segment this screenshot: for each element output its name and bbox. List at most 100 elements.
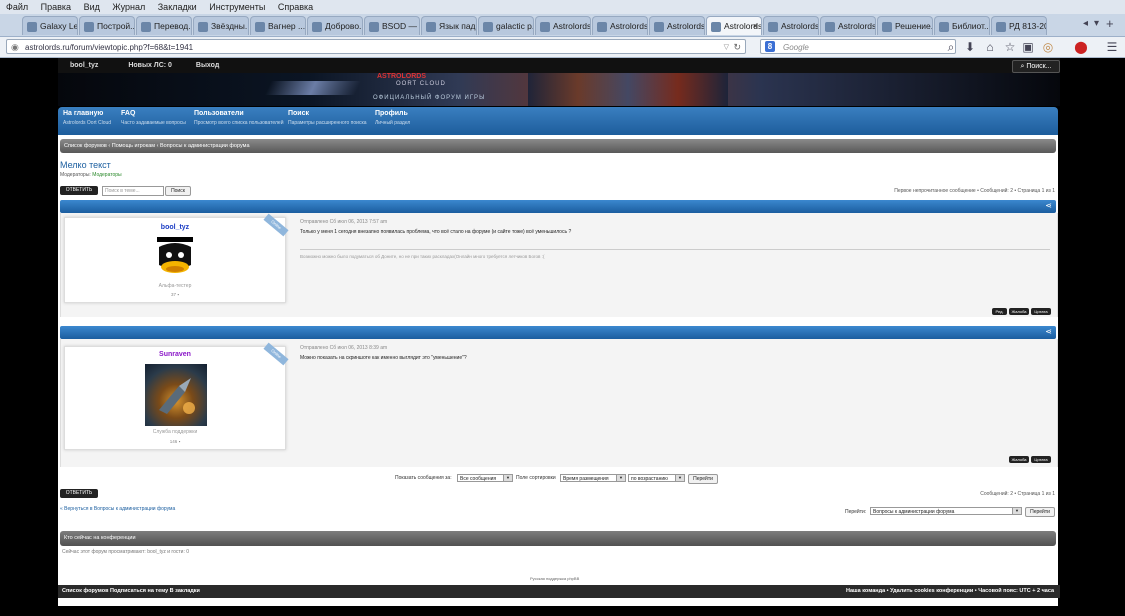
forum-search-button[interactable]: ⌕ Поиск... xyxy=(1012,60,1060,73)
browser-tab[interactable]: BSOD — ... xyxy=(364,16,420,35)
report-button[interactable]: Жалоба xyxy=(1009,308,1029,315)
pagination-bottom: Сообщений: 2 • Страница 1 из 1 xyxy=(980,491,1055,497)
browser-tab[interactable]: Astrolords Оо... xyxy=(592,16,648,35)
clipboard-icon[interactable]: ▣ xyxy=(1020,39,1036,55)
topic-search-input[interactable]: Поиск в теме... xyxy=(102,186,164,196)
browser-tab[interactable]: Доброво... xyxy=(307,16,363,35)
browser-tab[interactable]: Звёздны... xyxy=(193,16,249,35)
tab-label: Построй... xyxy=(97,21,135,31)
browser-tab[interactable]: Astrolords Оо... xyxy=(649,16,705,35)
download-icon[interactable]: ⬇ xyxy=(962,39,978,55)
show-posts-label: Показать сообщения за: xyxy=(395,475,452,481)
post-author[interactable]: bool_tyz xyxy=(65,224,285,231)
topic-search-button[interactable]: Поиск xyxy=(165,186,191,196)
footer-credit[interactable]: Русская поддержка phpBB xyxy=(530,576,579,581)
nav-users[interactable]: Пользователи Просмотр всего списка пользо… xyxy=(194,110,284,126)
sort-order-select[interactable]: по возрастанию ▼ xyxy=(628,474,685,482)
site-identity-icon[interactable]: ◉ xyxy=(11,40,19,55)
post-author[interactable]: Sunraven xyxy=(65,351,285,358)
nav-profile[interactable]: Профиль Личный раздел xyxy=(375,110,410,126)
chevron-down-icon: ▼ xyxy=(616,475,625,481)
url-text: astrolords.ru/forum/viewtopic.php?f=68&t… xyxy=(25,43,194,52)
hamburger-menu-icon[interactable]: ☰ xyxy=(1104,39,1120,55)
quote-button[interactable]: Цитата xyxy=(1031,456,1051,463)
report-button[interactable]: Жалоба xyxy=(1009,456,1029,463)
banner-subtitle: OORT CLOUD xyxy=(396,81,446,87)
tabs-list-icon[interactable]: ▾ xyxy=(1094,18,1099,29)
menu-tools[interactable]: Инструменты xyxy=(209,2,265,12)
menu-history[interactable]: Журнал xyxy=(112,2,145,12)
sort-field-select[interactable]: Время размещения ▼ xyxy=(560,474,626,482)
browser-tab[interactable]: Galaxy Le... xyxy=(22,16,78,35)
menu-bookmarks[interactable]: Закладки xyxy=(158,2,197,12)
nav-users-title: Пользователи xyxy=(194,110,244,117)
tab-favicon-icon xyxy=(141,21,151,32)
addon-icon[interactable]: ◎ xyxy=(1040,39,1056,55)
search-engine-box[interactable]: 8 Google xyxy=(760,39,956,54)
bottombar-left-links[interactable]: Список форумов Подписаться на тему В зак… xyxy=(62,588,200,594)
tab-label: Astrolords - C... xyxy=(553,21,591,31)
close-tab-icon[interactable]: × xyxy=(753,17,758,35)
quote-button[interactable]: Цитата xyxy=(1031,308,1051,315)
browser-tab[interactable]: Библиот... xyxy=(934,16,990,35)
adblock-icon[interactable]: ⬤ xyxy=(1073,39,1089,55)
bottombar-right-links[interactable]: Наша команда • Удалить cookies конференц… xyxy=(846,585,1054,598)
nav-home[interactable]: На главную Astrolords Oort Cloud xyxy=(63,110,111,126)
topbar-user[interactable]: bool_tyz xyxy=(70,62,98,69)
share-icon[interactable]: ⋖ xyxy=(1045,327,1052,336)
jump-go-button[interactable]: Перейти xyxy=(1025,507,1055,517)
browser-tab[interactable]: Astrolords Оо...× xyxy=(706,16,762,35)
breadcrumb[interactable]: Список форумов ‹ Помощь игрокам ‹ Вопрос… xyxy=(60,139,1056,153)
post-meta[interactable]: Отправлено Сб июл 06, 2013 7:57 am xyxy=(300,219,387,225)
moderators-link[interactable]: Модераторы xyxy=(92,172,121,178)
post-count-value: 37 xyxy=(171,292,177,297)
forum-search-label: Поиск... xyxy=(1026,63,1052,70)
edit-button[interactable]: Ред. xyxy=(992,308,1007,315)
browser-tab[interactable]: Astrolords - C... xyxy=(535,16,591,35)
tab-label: BSOD — ... xyxy=(382,21,419,31)
nav-search-title: Поиск xyxy=(288,110,310,117)
browser-tab[interactable]: Astrolords Оо... xyxy=(820,16,876,35)
browser-tab[interactable]: Решение... xyxy=(877,16,933,35)
menu-help[interactable]: Справка xyxy=(278,2,313,12)
jump-select[interactable]: Вопросы к администрации форума ▼ xyxy=(870,507,1022,515)
browser-tab[interactable]: Построй... xyxy=(79,16,135,35)
topbar-messages[interactable]: Новых ЛС: 0 xyxy=(128,62,172,69)
post-text: Можно показать на скриншоте как именно в… xyxy=(300,355,467,361)
browser-tab[interactable]: Astrolords Оо... xyxy=(763,16,819,35)
menu-edit[interactable]: Правка xyxy=(41,2,71,12)
reply-button-bottom[interactable]: ОТВЕТИТЬ xyxy=(60,489,98,498)
reply-button-top[interactable]: ОТВЕТИТЬ xyxy=(60,186,98,195)
search-icon[interactable]: ⌕ xyxy=(943,39,959,55)
url-bar[interactable]: ◉ astrolords.ru/forum/viewtopic.php?f=68… xyxy=(6,39,746,54)
browser-tab[interactable]: Перевод... xyxy=(136,16,192,35)
topic-title[interactable]: Мелко текст xyxy=(60,160,111,170)
bookmark-dropdown-icon[interactable]: ▽ xyxy=(724,40,729,55)
sort-go-button[interactable]: Перейти xyxy=(688,474,718,484)
nav-search[interactable]: Поиск Параметры расширенного поиска xyxy=(288,110,367,126)
browser-tab[interactable]: Вагнер ... xyxy=(250,16,306,35)
share-icon[interactable]: ⋖ xyxy=(1045,201,1052,210)
pagination-top[interactable]: Первое непрочитанное сообщение • Сообщен… xyxy=(894,188,1055,194)
post-author-postcount: 37 ▪ xyxy=(65,292,285,297)
browser-tab[interactable]: РД 813-2013... xyxy=(991,16,1047,35)
topbar-logout[interactable]: Выход xyxy=(196,62,219,69)
star-icon[interactable]: ☆ xyxy=(1002,39,1018,55)
tab-label: Перевод... xyxy=(154,21,192,31)
show-posts-select[interactable]: Все сообщения ▼ xyxy=(457,474,513,482)
post-meta[interactable]: Отправлено Сб июл 06, 2013 8:39 am xyxy=(300,345,387,351)
menu-view[interactable]: Вид xyxy=(84,2,100,12)
nav-home-desc: Astrolords Oort Cloud xyxy=(63,120,112,126)
browser-tab[interactable]: galactic p... xyxy=(478,16,534,35)
nav-faq-desc: Часто задаваемые вопросы xyxy=(121,120,186,126)
menu-file[interactable]: Файл xyxy=(6,2,28,12)
main-nav: На главную Astrolords Oort Cloud FAQ Часто… xyxy=(58,107,1058,135)
new-tab-icon[interactable]: + xyxy=(1106,16,1114,31)
browser-tab[interactable]: Язык пад... xyxy=(421,16,477,35)
reload-icon[interactable]: ↻ xyxy=(733,40,741,55)
home-icon[interactable]: ⌂ xyxy=(982,39,998,55)
nav-faq[interactable]: FAQ Часто задаваемые вопросы xyxy=(121,110,186,126)
back-to-forum-link[interactable]: « Вернуться в Вопросы к администрации фо… xyxy=(60,506,175,512)
tab-label: Astrolords Оо... xyxy=(610,21,648,31)
tabs-scroll-left-icon[interactable]: ◂ xyxy=(1083,18,1088,29)
